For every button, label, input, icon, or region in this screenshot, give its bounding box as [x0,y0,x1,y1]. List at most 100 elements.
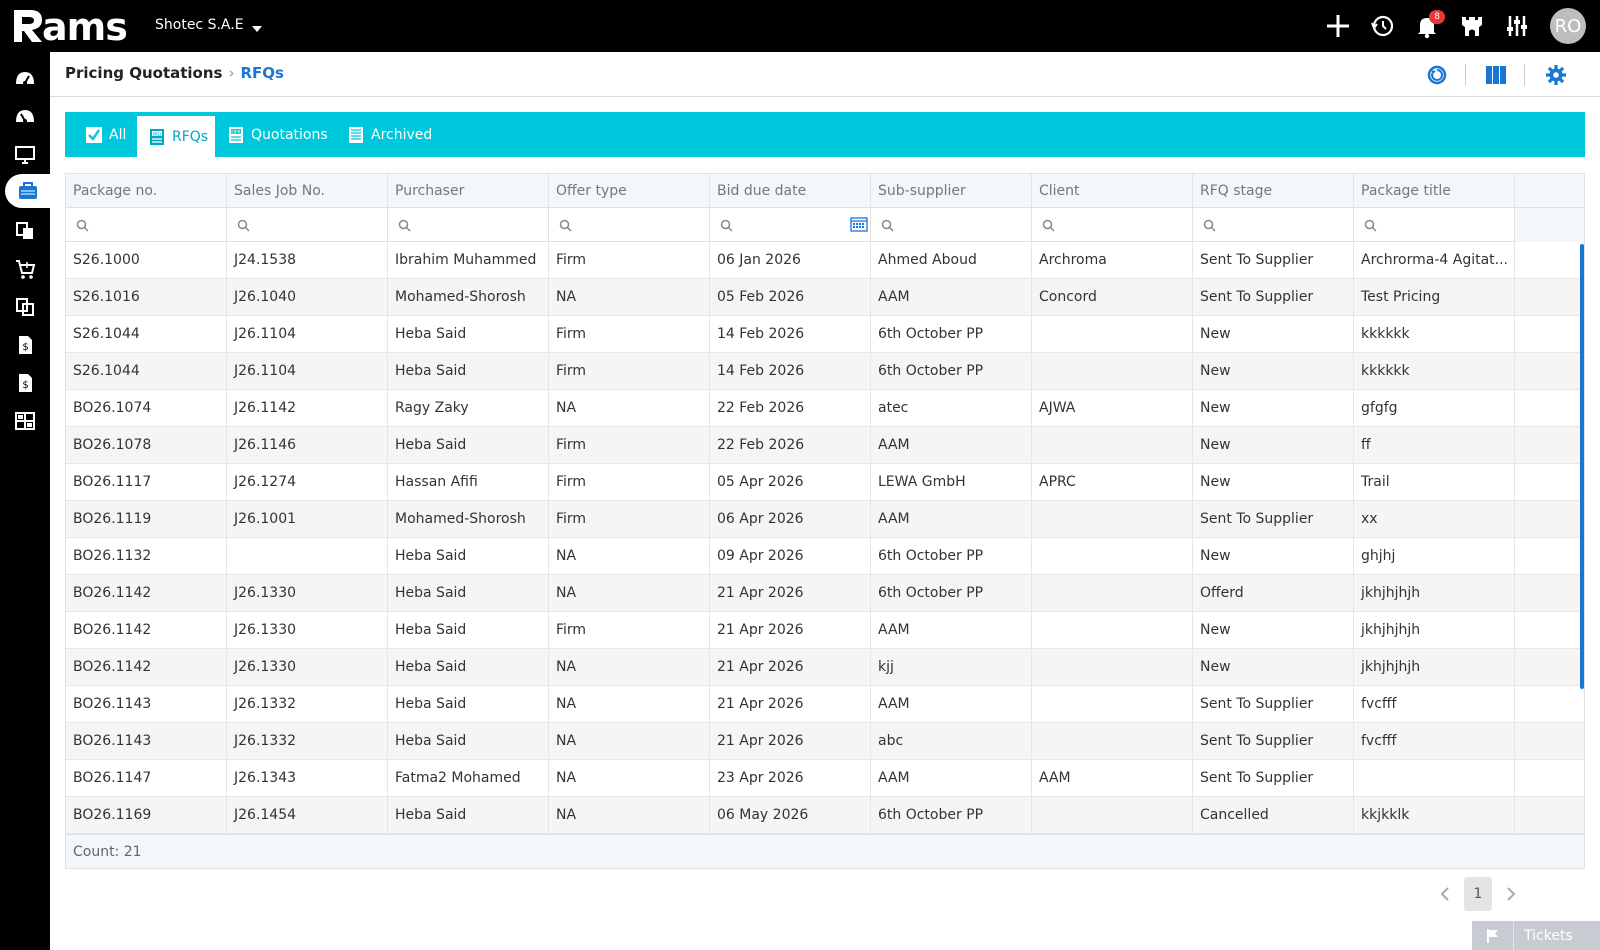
tickets-button[interactable]: Tickets [1472,921,1600,950]
cell-sub-supplier: kjj [871,649,1032,686]
tab-rfqs[interactable]: INQ RFQs [137,116,215,157]
cell-spacer [1515,501,1584,538]
cell-sub-supplier: AAM [871,427,1032,464]
sidebar-item-analytics[interactable] [0,100,50,134]
table-row[interactable]: BO26.1169 J26.1454 Heba Said NA 06 May 2026 6… [66,797,1584,834]
rfq-table: Package no. Sales Job No. Purchaser Offe… [65,173,1585,869]
filter-client[interactable] [1032,208,1193,242]
cell-sub-supplier: 6th October PP [871,353,1032,390]
sidebar-item-cart[interactable] [0,252,50,286]
column-header-client[interactable]: Client [1032,174,1193,208]
sidebar-item-reports[interactable] [0,404,50,438]
svg-text:INQ: INQ [153,131,162,137]
table-row[interactable]: S26.1016 J26.1040 Mohamed-Shorosh NA 05 Feb … [66,279,1584,316]
column-header-package-title[interactable]: Package title [1354,174,1515,208]
sidebar-item-monitor[interactable] [0,138,50,172]
sidebar-item-files[interactable] [0,290,50,324]
cell-spacer [1515,575,1584,612]
column-header-rfq-stage[interactable]: RFQ stage [1193,174,1354,208]
cell-package-title: Test Pricing [1354,279,1515,316]
history-button[interactable] [1366,10,1398,42]
tab-archived[interactable]: Archived [347,112,432,157]
refresh-button[interactable] [1425,63,1449,87]
sidebar-item-invoices[interactable]: $ [0,328,50,362]
sidebar-item-pricing[interactable] [5,174,50,208]
table-row[interactable]: S26.1044 J26.1104 Heba Said Firm 14 Feb 2026… [66,353,1584,390]
table-row[interactable]: BO26.1143 J26.1332 Heba Said NA 21 Apr 2026 A… [66,686,1584,723]
table-row[interactable]: BO26.1142 J26.1330 Heba Said Firm 21 Apr 202… [66,612,1584,649]
cell-bid-due-date: 06 Jan 2026 [710,242,871,279]
tab-all[interactable]: All [85,112,126,157]
column-header-purchaser[interactable]: Purchaser [388,174,549,208]
settings-sliders-button[interactable] [1501,10,1533,42]
filter-package-no[interactable] [66,208,227,242]
inq-document-icon: INQ [150,128,164,145]
table-row[interactable]: BO26.1142 J26.1330 Heba Said NA 21 Apr 2026 k… [66,649,1584,686]
cell-offer-type: Firm [549,353,710,390]
history-icon [1371,15,1394,37]
cell-sub-supplier: AAM [871,501,1032,538]
cell-package-title: kkkkkk [1354,316,1515,353]
calendar-icon[interactable] [850,216,868,232]
column-header-package-no[interactable]: Package no. [66,174,227,208]
company-selector[interactable]: Shotec S.A.E [155,17,262,33]
sidebar-item-documents[interactable] [0,214,50,248]
filter-sales-job-no[interactable] [227,208,388,242]
settings-button[interactable] [1544,63,1568,87]
table-row[interactable]: S26.1044 J26.1104 Heba Said Firm 14 Feb 2026… [66,316,1584,353]
sidebar-item-payments[interactable]: $ [0,366,50,400]
invoice-dollar-icon: $ [19,336,32,354]
column-header-bid-due-date[interactable]: Bid due date [710,174,871,208]
add-button[interactable] [1322,10,1354,42]
table-row[interactable]: BO26.1117 J26.1274 Hassan Afifi Firm 05 Apr … [66,464,1584,501]
avatar[interactable]: RO [1550,8,1586,44]
table-row[interactable]: BO26.1078 J26.1146 Heba Said Firm 22 Feb 202… [66,427,1584,464]
cell-client [1032,501,1193,538]
cell-purchaser: Ibrahim Muhammed [388,242,549,279]
table-row[interactable]: S26.1000 J24.1538 Ibrahim Muhammed Firm 06 J… [66,242,1584,279]
cell-rfq-stage: Sent To Supplier [1193,501,1354,538]
notification-badge: 8 [1429,10,1445,24]
filter-sub-supplier[interactable] [871,208,1032,242]
cell-client [1032,686,1193,723]
cell-client [1032,612,1193,649]
cell-bid-due-date: 21 Apr 2026 [710,575,871,612]
table-row[interactable]: BO26.1132 Heba Said NA 09 Apr 2026 6th Octob… [66,538,1584,575]
tab-quotations[interactable]: OFR Quotations [227,112,328,157]
table-row[interactable]: BO26.1119 J26.1001 Mohamed-Shorosh Firm 06 A… [66,501,1584,538]
app-logo[interactable]: ams [10,4,128,49]
castle-button[interactable] [1456,10,1488,42]
cell-purchaser: Heba Said [388,427,549,464]
cell-rfq-stage: New [1193,427,1354,464]
table-row[interactable]: BO26.1143 J26.1332 Heba Said NA 21 Apr 2026 a… [66,723,1584,760]
sidebar-item-dashboard[interactable] [0,62,50,96]
prev-page-button[interactable] [1430,877,1460,911]
filter-package-title[interactable] [1354,208,1515,242]
page-number-button[interactable]: 1 [1464,877,1492,911]
filter-purchaser[interactable] [388,208,549,242]
column-header-sales-job-no[interactable]: Sales Job No. [227,174,388,208]
table-row[interactable]: BO26.1142 J26.1330 Heba Said NA 21 Apr 2026 6… [66,575,1584,612]
cell-bid-due-date: 21 Apr 2026 [710,686,871,723]
breadcrumb-root[interactable]: Pricing Quotations [65,64,222,82]
columns-button[interactable] [1484,63,1508,87]
notifications-button[interactable]: 8 [1411,10,1445,42]
filter-bid-due-date[interactable] [710,208,871,242]
next-page-button[interactable] [1496,877,1526,911]
vertical-scrollbar[interactable] [1580,244,1584,689]
cell-package-no: BO26.1142 [66,575,227,612]
cell-package-no: S26.1016 [66,279,227,316]
cell-rfq-stage: New [1193,649,1354,686]
filter-offer-type[interactable] [549,208,710,242]
column-header-offer-type[interactable]: Offer type [549,174,710,208]
cell-bid-due-date: 23 Apr 2026 [710,760,871,797]
table-row[interactable]: BO26.1074 J26.1142 Ragy Zaky NA 22 Feb 2026 a… [66,390,1584,427]
cell-package-title: jkhjhjhjh [1354,649,1515,686]
table-row[interactable]: BO26.1147 J26.1343 Fatma2 Mohamed NA 23 Apr … [66,760,1584,797]
filter-rfq-stage[interactable] [1193,208,1354,242]
tab-label: RFQs [172,128,209,145]
column-header-sub-supplier[interactable]: Sub-supplier [871,174,1032,208]
chevron-right-icon: › [228,64,235,82]
cell-client [1032,797,1193,834]
cell-offer-type: Firm [549,612,710,649]
